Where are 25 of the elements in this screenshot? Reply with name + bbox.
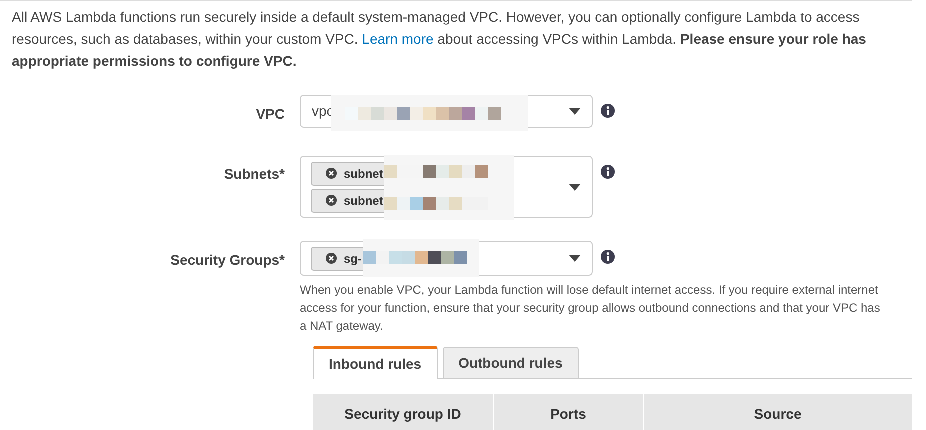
multi-select-field[interactable]: sg-: [300, 241, 593, 276]
column-header: Security group ID: [344, 404, 462, 424]
selected-chip[interactable]: sg-: [311, 246, 363, 270]
remove-icon[interactable]: [326, 195, 337, 206]
field-label: Subnets*: [223, 165, 286, 184]
info-icon[interactable]: [601, 104, 615, 118]
column-header: Ports: [493, 394, 643, 430]
caret-icon: [569, 108, 581, 115]
remove-icon[interactable]: [326, 253, 337, 264]
field-label: VPC: [255, 105, 286, 124]
multi-select-field[interactable]: subnet subnet: [300, 156, 593, 218]
selected-chip[interactable]: subnet: [311, 162, 384, 186]
intro-paragraph: All AWS Lambda functions run securely inside a default system-managed VPC. However, you can optionally configure Lambda to access resources, such as databases, within your custom VPC. Learn more about accessing VPCs within Lambda. Please ensure your role has appropriate permissions to configure VPC.: [11, 8, 868, 71]
tab[interactable]: Inbound rules: [313, 346, 438, 379]
caret-icon: [569, 255, 581, 262]
remove-icon[interactable]: [326, 168, 337, 179]
column-header: Source: [643, 394, 912, 430]
selected-chip[interactable]: subnet: [311, 188, 384, 212]
learn-more-link[interactable]: Learn more: [362, 31, 434, 47]
info-icon[interactable]: [601, 165, 615, 179]
caret-icon: [569, 184, 581, 190]
help-text: When you enable VPC, your Lambda function will lose default internet access. If you require external internet access for your function, ensure that your security group allows outbound connections and that your VPC has a NAT gateway.: [300, 282, 882, 335]
info-icon[interactable]: [601, 250, 615, 264]
field-label: Security Groups*: [170, 251, 286, 270]
tab[interactable]: Outbound rules: [442, 347, 579, 378]
